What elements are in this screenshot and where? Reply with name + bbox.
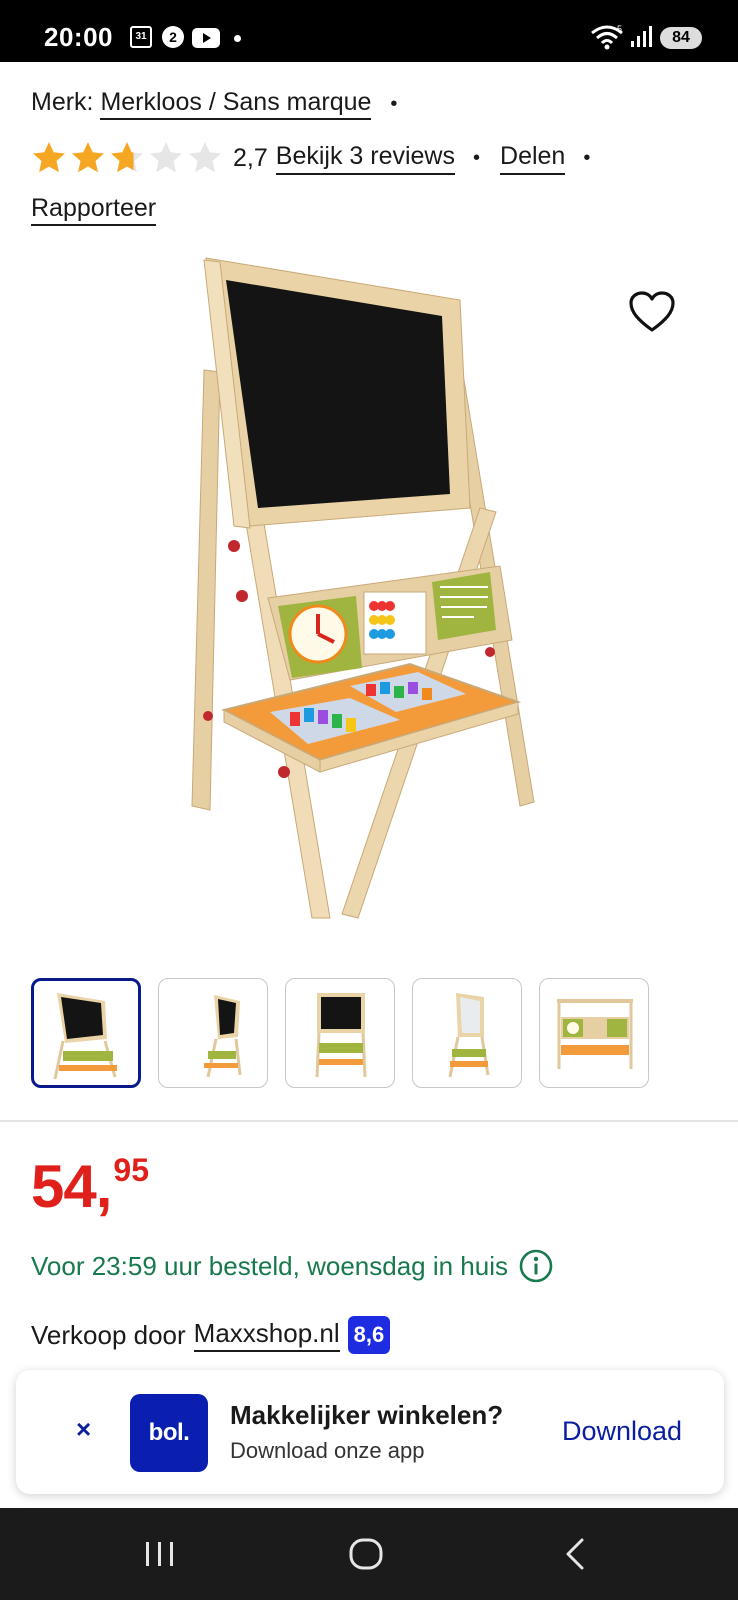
separator-dot: • bbox=[390, 93, 398, 115]
notification-badge-icon: 2 bbox=[162, 26, 184, 48]
thumbnail-1[interactable] bbox=[31, 978, 141, 1088]
wifi-icon: 5 bbox=[591, 24, 623, 50]
recent-apps-icon[interactable] bbox=[140, 1534, 180, 1574]
signal-icon bbox=[631, 26, 652, 47]
star-icon bbox=[111, 142, 143, 173]
product-image[interactable] bbox=[180, 250, 550, 940]
section-divider bbox=[0, 1120, 738, 1122]
back-icon[interactable] bbox=[556, 1534, 596, 1574]
separator-dot: • bbox=[473, 146, 481, 169]
brand-line: Merk: Merkloos / Sans marque • bbox=[31, 88, 398, 120]
brand-label: Merk: bbox=[31, 88, 94, 116]
thumbnail-2[interactable] bbox=[158, 978, 268, 1088]
calendar-icon: 31 bbox=[130, 26, 152, 48]
brand-link[interactable]: Merkloos / Sans marque bbox=[100, 88, 372, 120]
seller-score-badge: 8,6 bbox=[347, 1316, 391, 1354]
star-icon bbox=[33, 142, 65, 173]
favorite-heart-icon[interactable] bbox=[628, 290, 676, 334]
report-line: Rapporteer bbox=[31, 194, 157, 226]
price-integer: 54, bbox=[31, 1153, 112, 1220]
thumbnail-4[interactable] bbox=[412, 978, 522, 1088]
status-time: 20:00 bbox=[44, 22, 113, 52]
battery-indicator: 84 bbox=[660, 27, 702, 49]
seller-link[interactable]: Maxxshop.nl bbox=[193, 1318, 340, 1352]
price: 54,95 bbox=[31, 1152, 150, 1221]
star-icon bbox=[189, 142, 221, 173]
close-icon[interactable]: × bbox=[76, 1414, 91, 1445]
bol-logo: bol. bbox=[130, 1394, 208, 1472]
network-generation: 5 bbox=[617, 24, 622, 34]
rating-value: 2,7 bbox=[233, 143, 268, 172]
app-download-banner: × bol. Makkelijker winkelen? Download on… bbox=[16, 1370, 724, 1494]
reviews-link[interactable]: Bekijk 3 reviews bbox=[275, 142, 455, 175]
star-icon bbox=[72, 142, 104, 173]
seller-info: Verkoop door Maxxshop.nl 8,6 bbox=[31, 1316, 391, 1354]
banner-title: Makkelijker winkelen? bbox=[230, 1400, 504, 1430]
report-link[interactable]: Rapporteer bbox=[31, 194, 157, 226]
banner-subtitle: Download onze app bbox=[230, 1438, 425, 1463]
share-link[interactable]: Delen bbox=[500, 142, 566, 175]
system-nav-bar bbox=[0, 1508, 738, 1600]
download-button[interactable]: Download bbox=[562, 1416, 682, 1447]
info-icon[interactable] bbox=[518, 1248, 554, 1284]
thumbnail-3[interactable] bbox=[285, 978, 395, 1088]
star-rating bbox=[31, 140, 223, 176]
home-icon[interactable] bbox=[346, 1534, 386, 1574]
thumbnail-5[interactable] bbox=[539, 978, 649, 1088]
price-decimals: 95 bbox=[113, 1152, 150, 1188]
seller-label: Verkoop door bbox=[31, 1319, 186, 1350]
separator-dot: • bbox=[583, 146, 591, 169]
status-bar: 20:00 31 2 5 84 bbox=[0, 0, 738, 62]
rating-line: 2,7 Bekijk 3 reviews • Delen • bbox=[31, 140, 610, 176]
more-notifications-dot bbox=[234, 35, 241, 42]
thumbnail-strip bbox=[31, 978, 649, 1088]
star-icon bbox=[150, 142, 182, 173]
delivery-info: Voor 23:59 uur besteld, woensdag in huis bbox=[31, 1248, 554, 1284]
youtube-icon bbox=[192, 28, 220, 48]
delivery-text: Voor 23:59 uur besteld, woensdag in huis bbox=[31, 1250, 509, 1281]
